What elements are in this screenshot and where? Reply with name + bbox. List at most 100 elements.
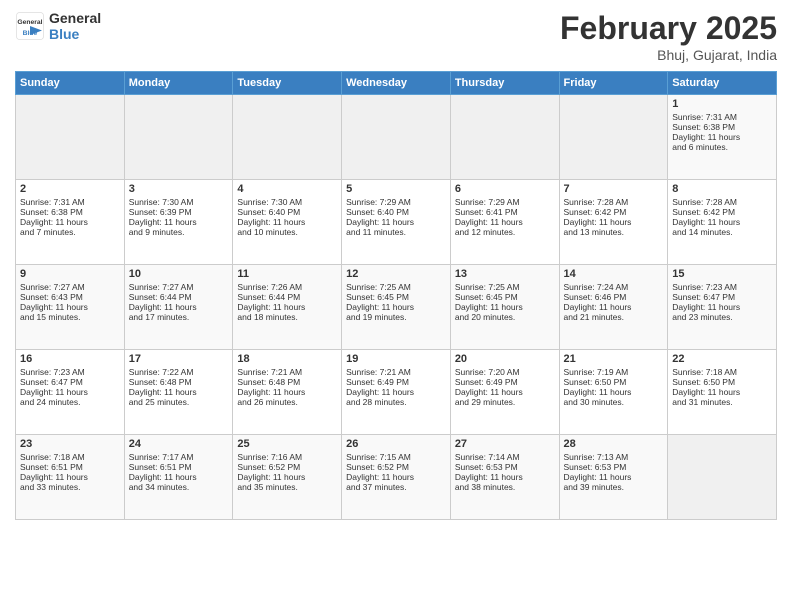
- calendar-cell: [16, 95, 125, 180]
- day-info: Sunrise: 7:15 AM: [346, 452, 446, 462]
- day-info: Sunrise: 7:23 AM: [20, 367, 120, 377]
- calendar-cell: 4Sunrise: 7:30 AMSunset: 6:40 PMDaylight…: [233, 180, 342, 265]
- calendar-cell: 24Sunrise: 7:17 AMSunset: 6:51 PMDayligh…: [124, 435, 233, 520]
- title-block: February 2025 Bhuj, Gujarat, India: [560, 10, 777, 63]
- day-info: Daylight: 11 hours: [455, 387, 555, 397]
- weekday-header-sunday: Sunday: [16, 72, 125, 95]
- calendar-cell: 13Sunrise: 7:25 AMSunset: 6:45 PMDayligh…: [450, 265, 559, 350]
- day-info: and 19 minutes.: [346, 312, 446, 322]
- day-info: and 18 minutes.: [237, 312, 337, 322]
- day-info: and 9 minutes.: [129, 227, 229, 237]
- calendar-cell: 2Sunrise: 7:31 AMSunset: 6:38 PMDaylight…: [16, 180, 125, 265]
- day-info: Sunrise: 7:29 AM: [346, 197, 446, 207]
- day-info: Daylight: 11 hours: [455, 472, 555, 482]
- day-info: Daylight: 11 hours: [129, 387, 229, 397]
- calendar-cell: 17Sunrise: 7:22 AMSunset: 6:48 PMDayligh…: [124, 350, 233, 435]
- day-info: Sunset: 6:42 PM: [564, 207, 664, 217]
- weekday-header-wednesday: Wednesday: [342, 72, 451, 95]
- day-info: Sunrise: 7:25 AM: [455, 282, 555, 292]
- calendar-title: February 2025: [560, 10, 777, 47]
- calendar-cell: 8Sunrise: 7:28 AMSunset: 6:42 PMDaylight…: [668, 180, 777, 265]
- calendar-cell: 9Sunrise: 7:27 AMSunset: 6:43 PMDaylight…: [16, 265, 125, 350]
- calendar-cell: 7Sunrise: 7:28 AMSunset: 6:42 PMDaylight…: [559, 180, 668, 265]
- day-info: Daylight: 11 hours: [346, 302, 446, 312]
- day-info: Sunrise: 7:16 AM: [237, 452, 337, 462]
- day-info: Sunrise: 7:29 AM: [455, 197, 555, 207]
- day-info: Sunset: 6:47 PM: [672, 292, 772, 302]
- day-info: Sunset: 6:39 PM: [129, 207, 229, 217]
- day-info: Sunset: 6:42 PM: [672, 207, 772, 217]
- day-info: Daylight: 11 hours: [455, 302, 555, 312]
- day-info: Sunset: 6:50 PM: [564, 377, 664, 387]
- day-info: and 26 minutes.: [237, 397, 337, 407]
- day-info: Daylight: 11 hours: [455, 217, 555, 227]
- day-info: Daylight: 11 hours: [672, 132, 772, 142]
- day-info: Sunrise: 7:13 AM: [564, 452, 664, 462]
- day-info: Sunrise: 7:19 AM: [564, 367, 664, 377]
- weekday-header-tuesday: Tuesday: [233, 72, 342, 95]
- day-info: Sunrise: 7:27 AM: [129, 282, 229, 292]
- day-info: Sunset: 6:44 PM: [129, 292, 229, 302]
- calendar-cell: [124, 95, 233, 180]
- calendar-cell: 25Sunrise: 7:16 AMSunset: 6:52 PMDayligh…: [233, 435, 342, 520]
- calendar-week-row: 1Sunrise: 7:31 AMSunset: 6:38 PMDaylight…: [16, 95, 777, 180]
- day-info: and 38 minutes.: [455, 482, 555, 492]
- calendar-week-row: 2Sunrise: 7:31 AMSunset: 6:38 PMDaylight…: [16, 180, 777, 265]
- weekday-header-thursday: Thursday: [450, 72, 559, 95]
- day-number: 11: [237, 268, 337, 280]
- day-info: Sunrise: 7:22 AM: [129, 367, 229, 377]
- day-info: Daylight: 11 hours: [20, 302, 120, 312]
- day-info: Sunrise: 7:18 AM: [20, 452, 120, 462]
- day-info: and 31 minutes.: [672, 397, 772, 407]
- calendar-subtitle: Bhuj, Gujarat, India: [560, 47, 777, 63]
- day-info: Sunset: 6:48 PM: [129, 377, 229, 387]
- day-info: Daylight: 11 hours: [346, 217, 446, 227]
- day-info: Daylight: 11 hours: [237, 302, 337, 312]
- day-info: and 12 minutes.: [455, 227, 555, 237]
- day-info: Daylight: 11 hours: [564, 472, 664, 482]
- calendar-cell: 27Sunrise: 7:14 AMSunset: 6:53 PMDayligh…: [450, 435, 559, 520]
- day-number: 6: [455, 183, 555, 195]
- day-number: 21: [564, 353, 664, 365]
- calendar-cell: 11Sunrise: 7:26 AMSunset: 6:44 PMDayligh…: [233, 265, 342, 350]
- calendar-cell: 3Sunrise: 7:30 AMSunset: 6:39 PMDaylight…: [124, 180, 233, 265]
- calendar-cell: 20Sunrise: 7:20 AMSunset: 6:49 PMDayligh…: [450, 350, 559, 435]
- day-info: and 25 minutes.: [129, 397, 229, 407]
- day-info: Sunset: 6:40 PM: [346, 207, 446, 217]
- calendar-cell: 18Sunrise: 7:21 AMSunset: 6:48 PMDayligh…: [233, 350, 342, 435]
- day-info: Daylight: 11 hours: [129, 302, 229, 312]
- day-info: and 13 minutes.: [564, 227, 664, 237]
- day-info: Sunrise: 7:20 AM: [455, 367, 555, 377]
- day-info: Daylight: 11 hours: [564, 302, 664, 312]
- calendar-cell: 6Sunrise: 7:29 AMSunset: 6:41 PMDaylight…: [450, 180, 559, 265]
- day-info: and 23 minutes.: [672, 312, 772, 322]
- day-info: and 34 minutes.: [129, 482, 229, 492]
- day-info: Sunset: 6:53 PM: [564, 462, 664, 472]
- day-info: Sunrise: 7:30 AM: [237, 197, 337, 207]
- day-info: Sunset: 6:47 PM: [20, 377, 120, 387]
- day-info: and 29 minutes.: [455, 397, 555, 407]
- day-info: Sunrise: 7:24 AM: [564, 282, 664, 292]
- day-info: Sunrise: 7:18 AM: [672, 367, 772, 377]
- day-number: 1: [672, 98, 772, 110]
- calendar-cell: 21Sunrise: 7:19 AMSunset: 6:50 PMDayligh…: [559, 350, 668, 435]
- day-info: Daylight: 11 hours: [20, 472, 120, 482]
- calendar-cell: [233, 95, 342, 180]
- day-number: 13: [455, 268, 555, 280]
- calendar-week-row: 23Sunrise: 7:18 AMSunset: 6:51 PMDayligh…: [16, 435, 777, 520]
- calendar-header: SundayMondayTuesdayWednesdayThursdayFrid…: [16, 72, 777, 95]
- day-info: Sunrise: 7:27 AM: [20, 282, 120, 292]
- day-info: and 20 minutes.: [455, 312, 555, 322]
- day-info: and 24 minutes.: [20, 397, 120, 407]
- day-info: Daylight: 11 hours: [237, 217, 337, 227]
- day-info: Sunrise: 7:21 AM: [237, 367, 337, 377]
- calendar-cell: 10Sunrise: 7:27 AMSunset: 6:44 PMDayligh…: [124, 265, 233, 350]
- calendar-week-row: 9Sunrise: 7:27 AMSunset: 6:43 PMDaylight…: [16, 265, 777, 350]
- calendar-cell: 28Sunrise: 7:13 AMSunset: 6:53 PMDayligh…: [559, 435, 668, 520]
- calendar-cell: 22Sunrise: 7:18 AMSunset: 6:50 PMDayligh…: [668, 350, 777, 435]
- calendar-cell: 16Sunrise: 7:23 AMSunset: 6:47 PMDayligh…: [16, 350, 125, 435]
- day-info: Sunrise: 7:17 AM: [129, 452, 229, 462]
- day-number: 22: [672, 353, 772, 365]
- day-info: Sunrise: 7:21 AM: [346, 367, 446, 377]
- day-info: Sunset: 6:53 PM: [455, 462, 555, 472]
